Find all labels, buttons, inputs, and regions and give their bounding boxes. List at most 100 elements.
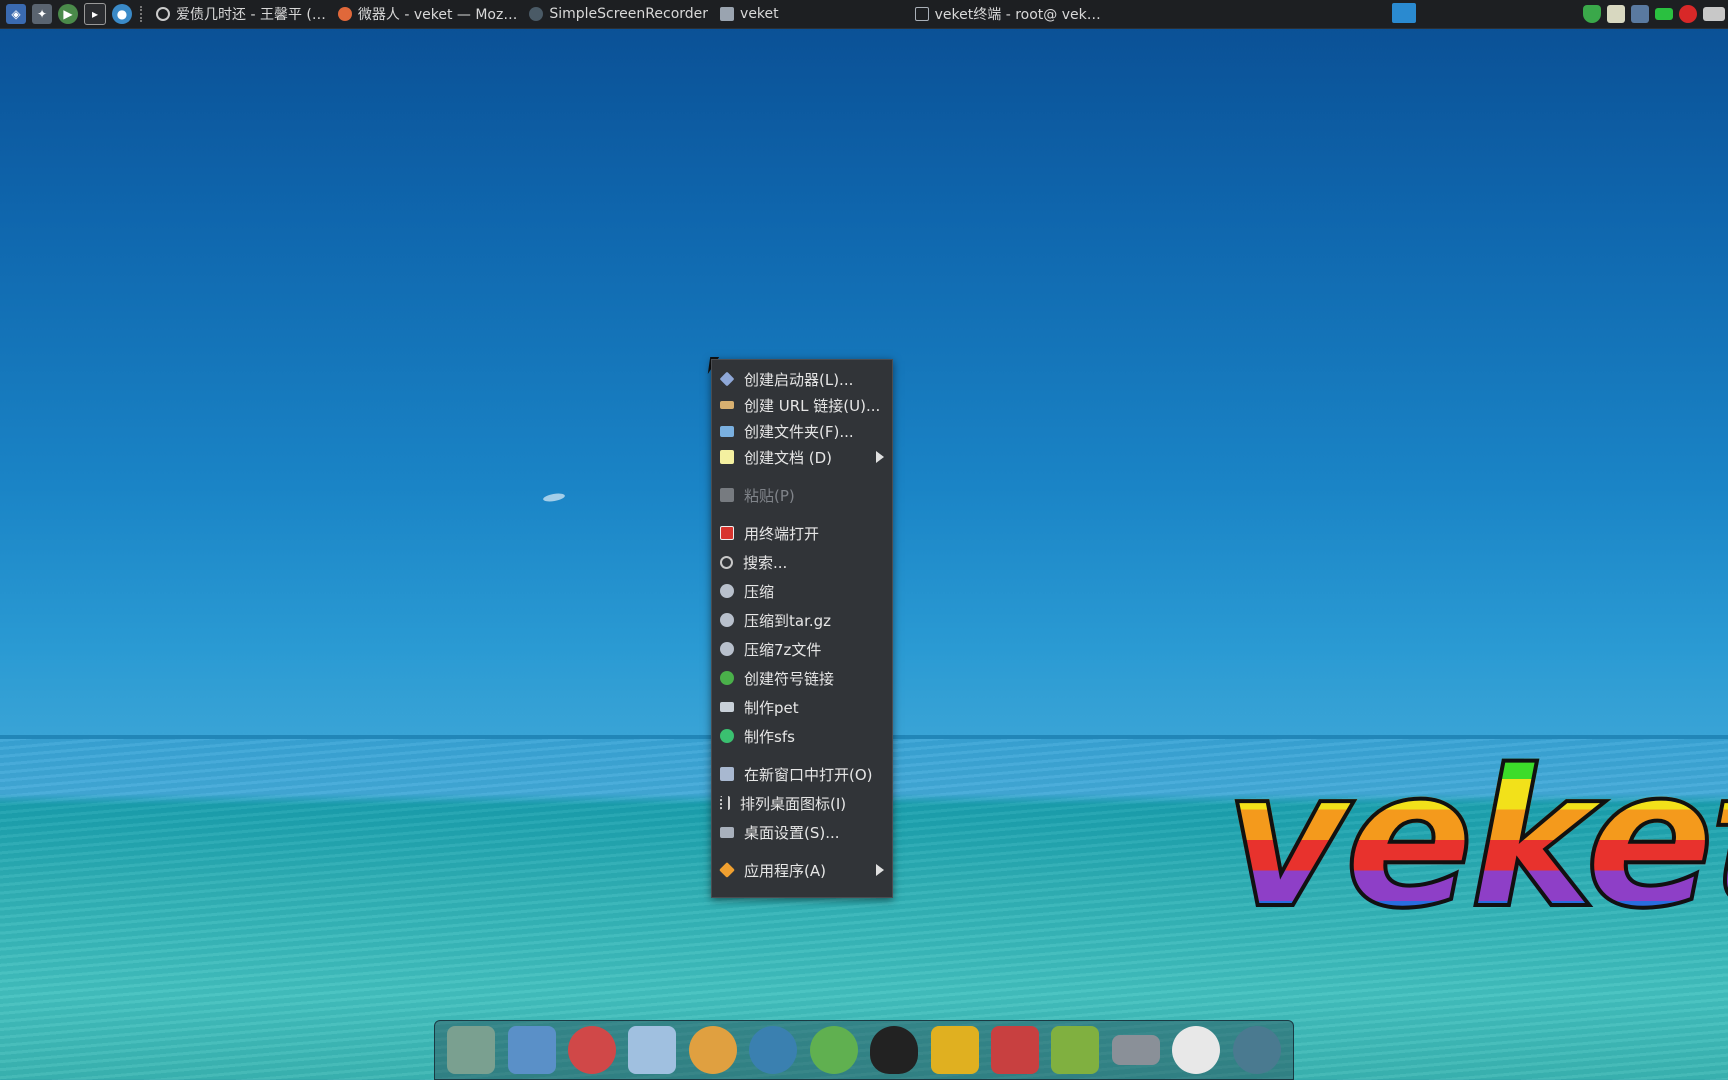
bottom-dock bbox=[434, 1020, 1294, 1080]
paste-icon bbox=[720, 488, 734, 502]
task-label: 微器人 - veket — Moz… bbox=[357, 7, 518, 23]
menu-search[interactable]: 搜索... bbox=[712, 549, 892, 575]
menu-compress-7z[interactable]: 压缩7z文件 bbox=[712, 636, 892, 662]
desktop-settings-icon bbox=[720, 826, 734, 838]
terminal-icon bbox=[720, 526, 734, 540]
music-icon bbox=[156, 7, 170, 21]
menu-create-folder[interactable]: 创建文件夹(F)... bbox=[712, 418, 892, 444]
menu-item-label: 粘贴(P) bbox=[744, 486, 795, 505]
archive-icon bbox=[720, 613, 734, 627]
menu-item-label: 创建文档 (D) bbox=[744, 448, 833, 467]
task-music-player[interactable]: 爱债几时还 - 王馨平 (… bbox=[150, 0, 332, 28]
link-icon bbox=[720, 401, 734, 409]
menu-item-label: 在新窗口中打开(O) bbox=[744, 765, 873, 784]
task-terminal[interactable]: veket终端 - root@ vek… bbox=[909, 0, 1107, 28]
menu-item-label: 桌面设置(S)... bbox=[744, 823, 840, 842]
recorder-icon bbox=[529, 7, 544, 21]
menu-item-label: 应用程序(A) bbox=[744, 861, 826, 880]
globe-icon[interactable] bbox=[1232, 1026, 1281, 1074]
menu-item-label: 创建 URL 链接(U)... bbox=[744, 396, 881, 415]
search-icon bbox=[720, 555, 733, 569]
menu-make-sfs[interactable]: 制作sfs bbox=[712, 723, 892, 749]
recycle-icon bbox=[720, 729, 734, 743]
users-icon[interactable] bbox=[809, 1026, 858, 1074]
menu-arrange-icons[interactable]: 排列桌面图标(I) bbox=[712, 790, 892, 816]
separator bbox=[140, 6, 144, 22]
task-firefox[interactable]: 微器人 - veket — Moz… bbox=[332, 0, 523, 28]
submenu-arrow-icon bbox=[876, 451, 884, 463]
system-monitor-icon[interactable]: ◈ bbox=[6, 4, 26, 24]
menu-desktop-settings[interactable]: 桌面设置(S)... bbox=[712, 819, 892, 845]
monitor-icon[interactable] bbox=[507, 1026, 556, 1074]
task-label: veket终端 - root@ vek… bbox=[934, 7, 1101, 23]
hedgehog-icon[interactable] bbox=[568, 1026, 617, 1074]
applications-icon bbox=[719, 862, 735, 878]
menu-paste[interactable]: 粘贴(P) bbox=[712, 482, 892, 508]
top-taskbar: ◈ ✦ ▶ ▸ ● 爱债几时还 - 王馨平 (… 微器人 - veket — M… bbox=[0, 0, 1728, 29]
menu-make-pet[interactable]: 制作pet bbox=[712, 694, 892, 720]
play-icon[interactable]: ▶ bbox=[58, 4, 78, 24]
contacts-icon[interactable] bbox=[930, 1026, 979, 1074]
network-icon[interactable] bbox=[1631, 5, 1649, 23]
sort-icon bbox=[720, 796, 730, 810]
desktop-context-menu: 创建启动器(L)... 创建 URL 链接(U)... 创建文件夹(F)... … bbox=[711, 359, 893, 898]
menu-item-label: 创建符号链接 bbox=[744, 669, 835, 688]
menu-compress[interactable]: 压缩 bbox=[712, 578, 892, 604]
menu-item-label: 排列桌面图标(I) bbox=[740, 794, 847, 813]
menu-create-launcher[interactable]: 创建启动器(L)... bbox=[712, 366, 892, 392]
battery-icon[interactable] bbox=[1655, 8, 1673, 20]
system-icon[interactable] bbox=[447, 1026, 496, 1074]
menu-item-label: 创建文件夹(F)... bbox=[744, 422, 854, 441]
document-icon bbox=[720, 450, 734, 464]
menu-item-label: 搜索... bbox=[743, 553, 788, 572]
spreadsheet-icon[interactable] bbox=[991, 1026, 1039, 1074]
menu-item-label: 压缩到tar.gz bbox=[744, 611, 832, 630]
menu-item-label: 压缩 bbox=[744, 582, 775, 601]
browser-icon[interactable]: ● bbox=[112, 4, 132, 24]
menu-create-document[interactable]: 创建文档 (D) bbox=[712, 444, 892, 470]
task-screen-recorder[interactable]: SimpleScreenRecorder bbox=[523, 0, 714, 28]
clipboard-icon[interactable] bbox=[1607, 5, 1625, 23]
computer-icon bbox=[720, 702, 734, 712]
shield-icon[interactable] bbox=[1583, 5, 1601, 23]
menu-applications[interactable]: 应用程序(A) bbox=[712, 857, 892, 883]
record-icon[interactable] bbox=[1679, 5, 1697, 23]
menu-item-label: 制作pet bbox=[744, 698, 799, 717]
terminal-icon bbox=[914, 7, 929, 21]
drive-icon[interactable] bbox=[1111, 1035, 1160, 1065]
terminal-icon[interactable]: ▸ bbox=[84, 3, 106, 25]
menu-create-symlink[interactable]: 创建符号链接 bbox=[712, 665, 892, 691]
menu-item-label: 用终端打开 bbox=[744, 524, 820, 543]
task-file-manager[interactable]: veket bbox=[714, 0, 785, 28]
window-icon bbox=[720, 767, 734, 781]
folder-icon bbox=[720, 425, 734, 437]
menu-open-new-window[interactable]: 在新窗口中打开(O) bbox=[712, 761, 892, 787]
firefox-icon bbox=[337, 7, 352, 21]
menu-create-url-link[interactable]: 创建 URL 链接(U)... bbox=[712, 392, 892, 418]
task-label: 爱债几时还 - 王馨平 (… bbox=[176, 7, 326, 23]
menu-item-label: 制作sfs bbox=[744, 727, 795, 746]
archive-icon bbox=[720, 642, 734, 656]
menu-open-in-terminal[interactable]: 用终端打开 bbox=[712, 520, 892, 546]
launcher-area: ◈ ✦ ▶ ▸ ● bbox=[0, 0, 144, 28]
qq-penguin-icon[interactable] bbox=[870, 1026, 919, 1074]
settings-sun-icon[interactable] bbox=[1172, 1026, 1221, 1074]
editor-icon[interactable] bbox=[628, 1026, 677, 1074]
menu-item-label: 创建启动器(L)... bbox=[744, 370, 854, 389]
system-tray bbox=[1580, 0, 1728, 28]
submenu-arrow-icon bbox=[876, 864, 884, 876]
veket-logo: veket bbox=[1223, 743, 1728, 937]
paint-icon[interactable] bbox=[688, 1026, 737, 1074]
symlink-icon bbox=[720, 671, 734, 685]
menu-compress-tar-gz[interactable]: 压缩到tar.gz bbox=[712, 607, 892, 633]
network-icon[interactable] bbox=[1051, 1026, 1100, 1074]
show-desktop-icon[interactable] bbox=[1392, 3, 1416, 23]
cloud bbox=[542, 492, 566, 503]
task-label: SimpleScreenRecorder bbox=[549, 6, 709, 22]
tools-icon[interactable]: ✦ bbox=[32, 4, 52, 24]
folder-icon bbox=[720, 7, 735, 21]
keyboard-icon[interactable] bbox=[1703, 7, 1725, 21]
media-player-icon[interactable] bbox=[749, 1026, 798, 1074]
launcher-icon bbox=[719, 371, 735, 387]
task-label: veket bbox=[740, 6, 779, 22]
